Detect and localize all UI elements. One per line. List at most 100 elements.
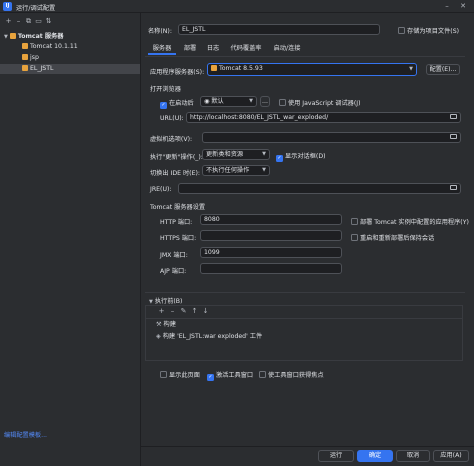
minimize-icon[interactable]: – [440,1,454,12]
tomcat-icon [211,65,217,71]
after-launch-checkbox[interactable]: ✓ [160,102,167,109]
browser-select[interactable]: ◉ 默认 ▼ [200,96,257,107]
preserve-sessions-option[interactable]: 重启和重新部署后保持会话 [351,233,434,242]
after-launch-option[interactable]: ✓ 在启动后 [160,98,194,109]
activate-tool-window-checkbox[interactable]: ✓ [207,374,214,381]
tab-code-coverage[interactable]: 代码覆盖率 [226,43,266,55]
jre-field[interactable] [178,183,461,194]
deploy-configured-option[interactable]: 部署 Tomcat 实例中配置的应用程序(Y) [351,217,469,226]
tomcat-icon [9,33,16,39]
focus-tool-window-checkbox[interactable] [259,371,266,378]
folder-icon[interactable]: ▭ [34,17,43,26]
down-icon[interactable]: ↓ [201,307,210,316]
tomcat-icon [22,43,28,49]
globe-icon: ◉ [204,98,210,105]
http-port-field[interactable]: 8080 [200,214,342,225]
cancel-button[interactable]: 取消 [396,450,430,462]
on-frame-deactivation-select[interactable]: 不执行任何操作 ▼ [202,165,270,176]
preserve-sessions-checkbox[interactable] [351,234,358,241]
remove-icon[interactable]: – [14,17,23,26]
add-icon[interactable]: + [4,17,13,26]
up-icon[interactable]: ↑ [190,307,199,316]
before-launch-section[interactable]: ▼ 执行前(B) [149,296,182,305]
app-server-value: Tomcat 8.5.93 [219,65,263,72]
add-icon[interactable]: + [157,307,166,316]
edit-templates-link[interactable]: 编辑配置模板... [4,430,47,439]
show-dialog-option[interactable]: ✓ 显示对话框(D) [276,151,326,162]
show-this-page-option[interactable]: 显示此页面 [160,370,200,379]
expand-icon[interactable] [450,134,457,139]
jmx-port-field[interactable]: 1099 [200,247,342,258]
tab-logs[interactable]: 日志 [203,43,223,55]
browser-value: 默认 [211,98,224,105]
before-launch-divider [145,292,465,293]
run-button[interactable]: 运行 [318,450,354,462]
open-browser-section: 打开浏览器 [150,86,181,93]
js-debugger-option[interactable]: 使用 JavaScript 调试器(J) [279,98,361,107]
folder-icon[interactable] [450,114,457,119]
tab-startup-connection[interactable]: 启动/连接 [270,43,304,55]
name-field[interactable]: EL_JSTL [178,24,380,35]
task-item-build[interactable]: ⚒ 构建 [156,320,456,330]
app-server-select[interactable]: Tomcat 8.5.93 ▼ [207,63,417,76]
tree-group-label: Tomcat 服务器 [17,33,64,40]
preserve-sessions-label: 重启和重新部署后保持会话 [359,235,435,242]
focus-tool-window-label: 使工具窗口获得焦点 [267,372,324,379]
url-value: http://localhost:8080/EL_JSTL_war_explod… [190,114,329,121]
ok-button[interactable]: 确定 [357,450,393,462]
tree-item-tomcat-10[interactable]: Tomcat 10.1.11 [0,42,140,52]
vm-options-field[interactable] [202,132,461,143]
ajp-port-field[interactable] [200,263,342,274]
tree-item-label: Tomcat 10.1.11 [30,43,78,50]
task-item-build-artifact[interactable]: ◈ 构建 'EL_JSTL:war exploded' 工件 [156,332,456,342]
chevron-down-icon: ▼ [409,66,413,72]
folder-icon[interactable] [450,185,457,190]
tab-deployment[interactable]: 部署 [180,43,200,55]
tomcat-icon [22,65,28,71]
on-update-select[interactable]: 更新类和资源 ▼ [202,149,270,160]
jre-label: JRE(U): [150,186,172,193]
apply-button[interactable]: 应用(A) [433,450,469,462]
tabs-divider [145,56,465,57]
on-update-label: 执行"更新"操作(_): [150,154,203,161]
name-label: 名称(N): [148,28,172,35]
store-as-file-option[interactable]: 存储为项目文件(S) [398,26,459,35]
copy-icon[interactable]: ⧉ [24,17,33,26]
on-frame-deactivation-label: 切换出 IDE 时(E): [150,170,201,177]
show-this-page-label: 显示此页面 [168,372,200,379]
deploy-configured-checkbox[interactable] [351,218,358,225]
tree-group-tomcat[interactable]: ▼ Tomcat 服务器 [0,32,140,42]
js-debugger-checkbox[interactable] [279,99,286,106]
task-toolbar-divider [146,318,462,319]
tree-item-jsp[interactable]: jsp [0,53,140,63]
tomcat-icon [22,54,28,60]
chevron-down-icon: ▼ [262,151,266,157]
tomcat-settings-section: Tomcat 服务器设置 [150,204,206,211]
url-field[interactable]: http://localhost:8080/EL_JSTL_war_explod… [186,112,461,123]
configure-button[interactable]: 配置(E)... [426,64,460,75]
intellij-app-icon: IJ [3,2,12,11]
app-server-label: 应用程序服务器(S): [150,69,205,76]
focus-tool-window-option[interactable]: 使工具窗口获得焦点 [259,370,324,379]
chevron-down-icon: ▼ [249,98,253,104]
jmx-port-label: JMX 端口: [160,252,188,259]
task-label: 构建 [163,321,176,328]
tab-server[interactable]: 服务器 [148,43,176,55]
store-as-file-checkbox[interactable] [398,27,405,34]
activate-tool-window-option[interactable]: ✓ 激活工具窗口 [207,370,253,381]
show-dialog-checkbox[interactable]: ✓ [276,155,283,162]
edit-icon[interactable]: ✎ [179,307,188,316]
show-this-page-checkbox[interactable] [160,371,167,378]
tree-item-el-jstl[interactable]: EL_JSTL [0,64,140,74]
title-bar [0,0,474,13]
https-port-field[interactable] [200,230,342,241]
on-update-value: 更新类和资源 [206,151,244,158]
close-icon[interactable]: ✕ [456,1,470,12]
browse-browser-button[interactable]: ... [260,96,270,107]
tree-item-label: jsp [30,54,39,61]
vm-options-label: 虚拟机选项(V): [150,136,193,143]
chevron-down-icon: ▼ [4,34,8,40]
sort-icon[interactable]: ⇅ [44,17,53,26]
remove-icon[interactable]: – [168,307,177,316]
window-title: 运行/调试配置 [16,5,56,12]
